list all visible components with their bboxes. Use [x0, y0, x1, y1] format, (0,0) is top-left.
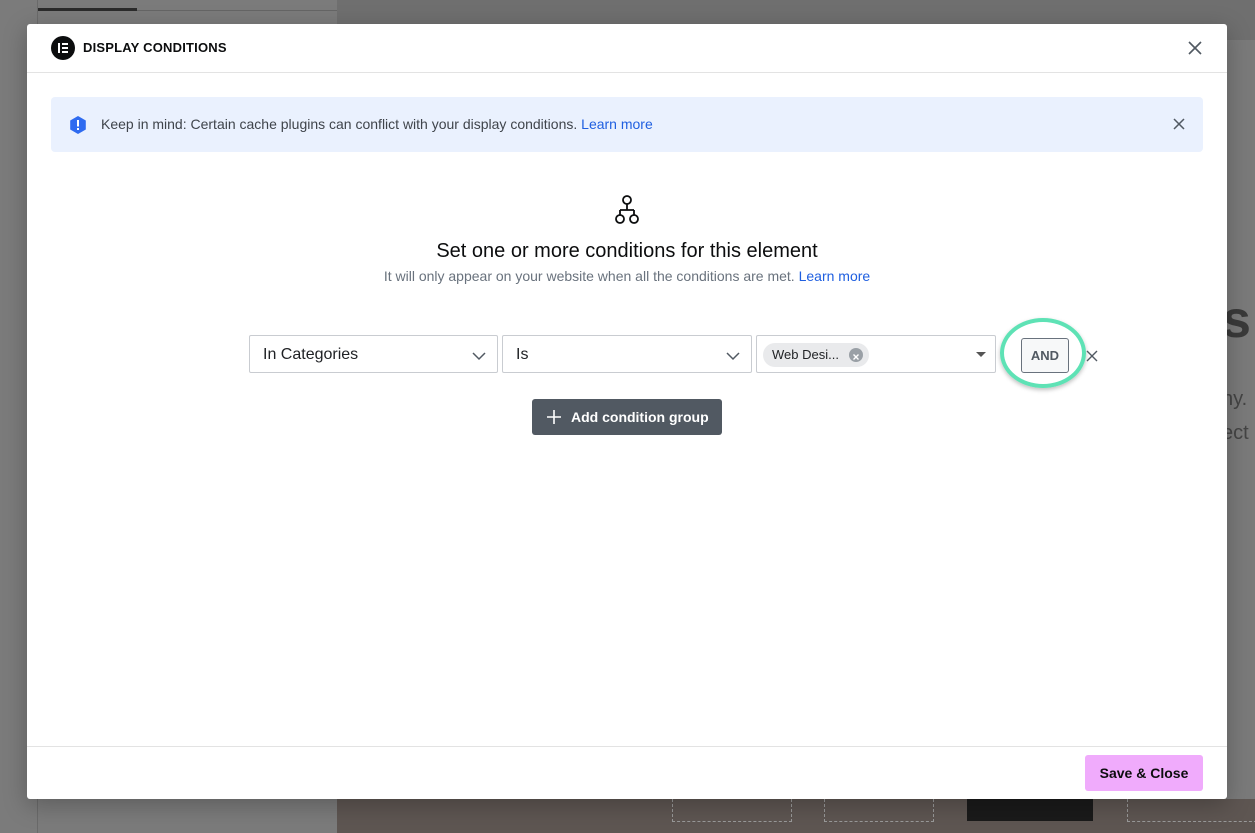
panel-tab-indicator — [37, 8, 137, 11]
remove-condition-icon[interactable] — [1086, 349, 1098, 362]
notice-text-wrapper: Keep in mind: Certain cache plugins can … — [101, 116, 653, 132]
subheading: It will only appear on your website when… — [27, 268, 1227, 284]
notice-message: Keep in mind: Certain cache plugins can … — [101, 116, 578, 132]
notice-learn-more-link[interactable]: Learn more — [581, 116, 653, 132]
condition-field-select[interactable]: In Categories — [249, 335, 498, 373]
info-icon — [68, 115, 88, 135]
plus-icon — [547, 410, 561, 424]
chip-remove-icon[interactable] — [848, 348, 863, 362]
condition-operator-value: Is — [516, 346, 529, 363]
display-conditions-modal: DISPLAY CONDITIONS Keep in mind: Certain… — [27, 24, 1227, 799]
condition-operator-select[interactable]: Is — [502, 335, 752, 373]
page-title: Set one or more conditions for this elem… — [436, 240, 818, 262]
value-chip-label: Web Desi... — [772, 347, 839, 362]
elementor-logo-icon — [51, 36, 75, 60]
value-chip: Web Desi... — [763, 343, 869, 367]
add-condition-group-button[interactable]: Add condition group — [532, 399, 722, 435]
chevron-down-icon — [471, 348, 487, 364]
subheading-text: It will only appear on your website when… — [383, 268, 795, 284]
bg-placeholder-4 — [1127, 799, 1255, 822]
dropdown-caret-icon — [976, 352, 986, 357]
bg-placeholder-2 — [824, 799, 934, 822]
bg-placeholder-3 — [967, 799, 1093, 821]
bg-placeholder-1 — [672, 799, 792, 822]
subheading-learn-more-link[interactable]: Learn more — [799, 268, 871, 284]
modal-title: DISPLAY CONDITIONS — [83, 40, 227, 55]
panel-tab-divider — [137, 10, 337, 11]
condition-value-select[interactable]: Web Desi... — [756, 335, 996, 373]
and-logic-button[interactable]: AND — [1021, 338, 1069, 373]
notice-close-icon[interactable] — [1171, 116, 1187, 132]
add-condition-group-label: Add condition group — [571, 409, 709, 425]
modal-header: DISPLAY CONDITIONS — [27, 24, 1227, 73]
chevron-down-icon — [725, 348, 741, 364]
sitemap-icon — [611, 194, 643, 226]
save-close-button[interactable]: Save & Close — [1085, 755, 1203, 791]
condition-field-value: In Categories — [263, 346, 359, 363]
modal-footer: Save & Close — [27, 746, 1227, 800]
cache-notice: Keep in mind: Certain cache plugins can … — [51, 97, 1203, 152]
canvas-bottom-bar — [337, 799, 1255, 833]
close-icon[interactable] — [1185, 38, 1205, 58]
